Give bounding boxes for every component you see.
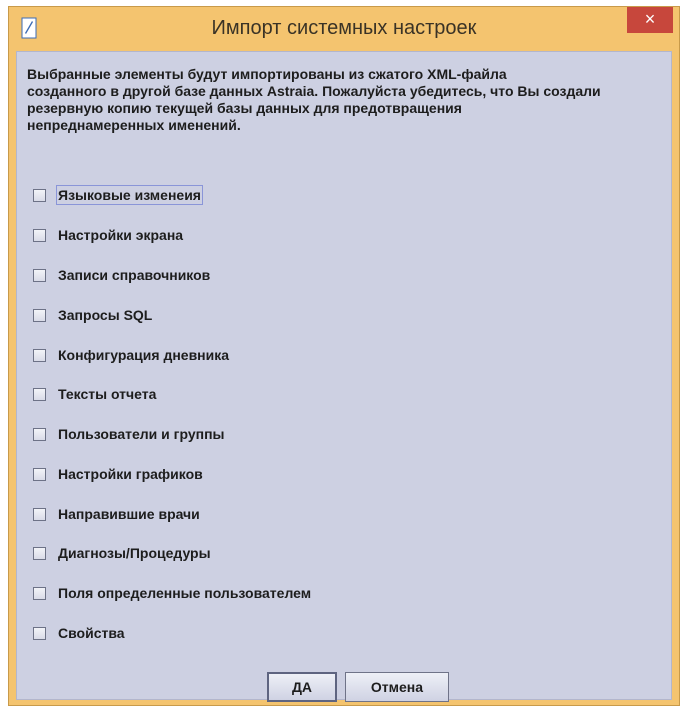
option-label: Записи справочников <box>58 267 211 283</box>
checkbox[interactable] <box>33 427 46 441</box>
checkbox[interactable] <box>33 188 46 202</box>
option-label: Диагнозы/Процедуры <box>58 545 211 561</box>
window-title: Импорт системных настроек <box>211 17 477 39</box>
option-label: Настройки экрана <box>58 227 184 243</box>
checkbox[interactable] <box>33 467 46 481</box>
option-user-defined-fields[interactable]: Поля определенные пользователем <box>33 580 313 606</box>
checkbox[interactable] <box>33 308 46 322</box>
option-diagnoses-procedures[interactable]: Диагнозы/Процедуры <box>33 540 213 566</box>
description-text: Выбранные элементы будут импортированы и… <box>27 66 601 133</box>
option-chart-settings[interactable]: Настройки графиков <box>33 461 205 487</box>
option-properties[interactable]: Свойства <box>33 620 127 646</box>
option-label: Свойства <box>58 625 125 641</box>
close-button[interactable]: × <box>627 7 673 33</box>
checkbox[interactable] <box>33 228 46 242</box>
checkbox[interactable] <box>33 268 46 282</box>
dialog-content: Выбранные элементы будут импортированы и… <box>16 51 672 702</box>
option-report-texts[interactable]: Тексты отчета <box>33 381 158 407</box>
import-settings-dialog: Импорт системных настроек × Выбранные эл… <box>8 6 680 706</box>
option-label: Направившие врачи <box>58 506 200 522</box>
ok-button[interactable]: ДА <box>267 672 337 702</box>
option-diary-config[interactable]: Конфигурация дневника <box>33 342 231 368</box>
checkbox[interactable] <box>33 507 46 521</box>
cancel-button[interactable]: Отмена <box>345 672 449 702</box>
option-label: Конфигурация дневника <box>58 347 230 363</box>
option-reference-records[interactable]: Записи справочников <box>33 262 212 288</box>
option-label: Языковые изменеия <box>56 185 203 205</box>
checkbox[interactable] <box>33 348 46 362</box>
checkbox[interactable] <box>33 546 46 560</box>
option-referring-doctors[interactable]: Направившие врачи <box>33 501 202 527</box>
option-users-groups[interactable]: Пользователи и группы <box>33 421 227 447</box>
title-bar[interactable]: Импорт системных настроек × <box>9 7 679 51</box>
checkbox[interactable] <box>33 387 46 401</box>
option-label: Тексты отчета <box>58 386 157 402</box>
option-screen-settings[interactable]: Настройки экрана <box>33 222 185 248</box>
option-label: Запросы SQL <box>58 307 153 323</box>
option-label: Пользователи и группы <box>58 426 225 442</box>
option-label: Настройки графиков <box>58 466 203 482</box>
option-sql-queries[interactable]: Запросы SQL <box>33 302 154 328</box>
checkbox[interactable] <box>33 586 46 600</box>
close-icon: × <box>644 9 656 29</box>
checkbox[interactable] <box>33 626 46 640</box>
option-label: Поля определенные пользователем <box>58 585 312 601</box>
option-language-changes[interactable]: Языковые изменеия <box>33 182 203 208</box>
